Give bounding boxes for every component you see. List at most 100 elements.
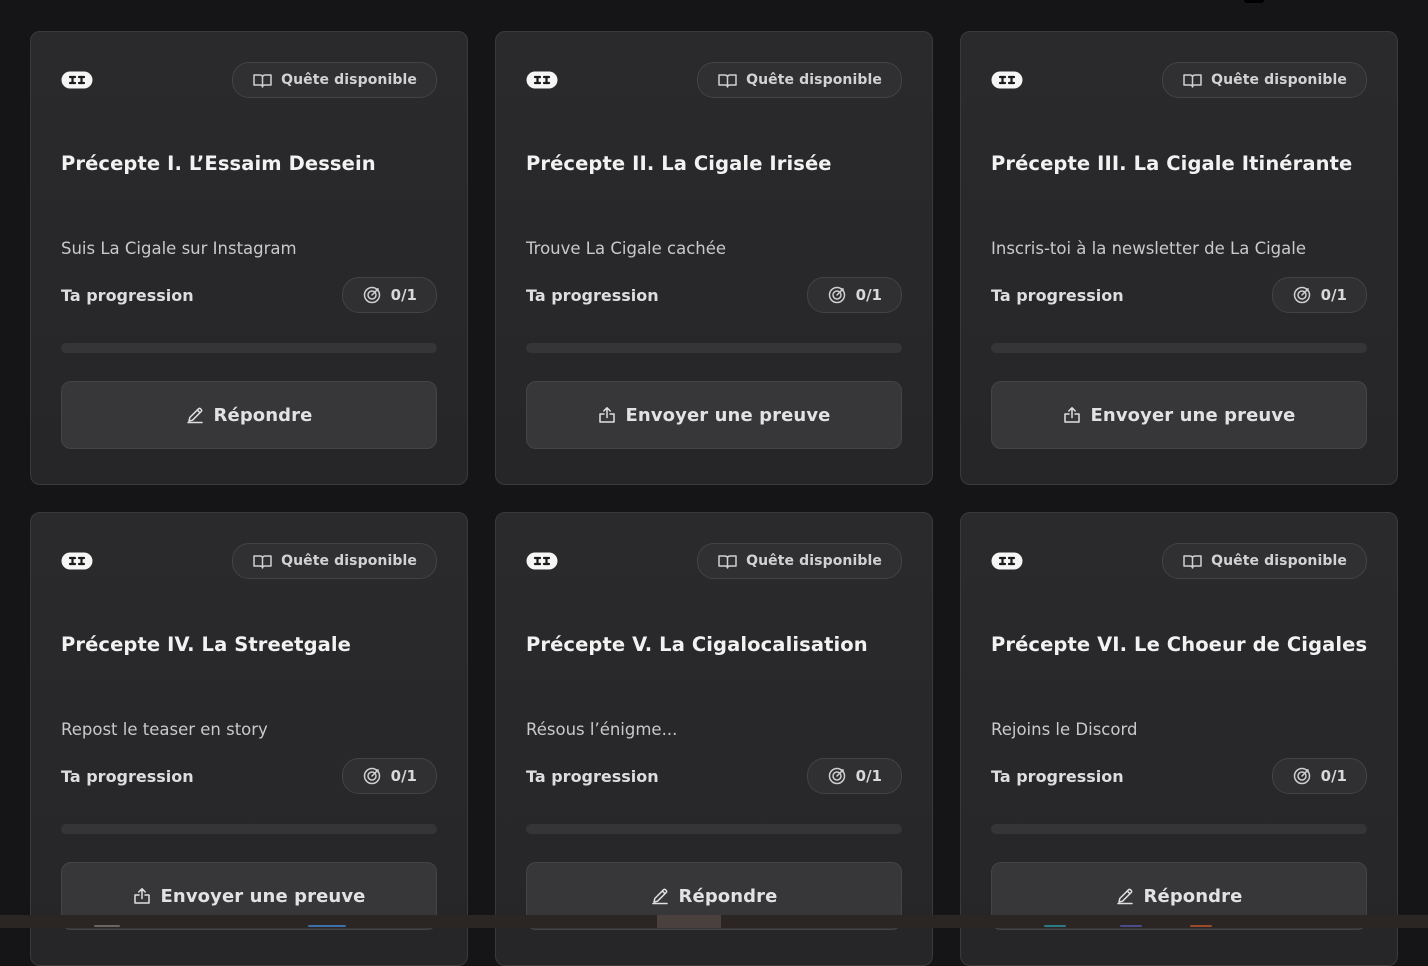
quest-card: Quête disponible Précepte III. La Cigale… [960,31,1398,485]
progress-label: Ta progression [526,285,659,305]
progress-count: 0/1 [390,767,417,785]
status-text: Quête disponible [746,553,882,569]
action-label: Répondre [1143,885,1243,907]
card-description: Trouve La Cigale cachée [526,239,727,258]
target-icon [1293,286,1311,304]
progress-count: 0/1 [855,286,882,304]
card-title: Précepte II. La Cigale Irisée [526,152,832,175]
book-open-icon [718,554,737,569]
quest-card: Quête disponible Précepte I. L’Essaim De… [30,31,468,485]
progress-count-badge: 0/1 [341,758,437,794]
card-title: Précepte V. La Cigalocalisation [526,633,868,656]
card-title: Précepte I. L’Essaim Dessein [61,152,376,175]
progress-count: 0/1 [855,767,882,785]
pencil-icon [1116,887,1134,905]
progress-row: Ta progression 0/1 [61,758,437,794]
status-text: Quête disponible [281,553,417,569]
ticket-icon [526,552,558,570]
progress-row: Ta progression 0/1 [61,277,437,313]
progress-row: Ta progression 0/1 [991,277,1367,313]
target-icon [363,767,381,785]
taskbar-item[interactable] [1120,925,1142,927]
quest-card: Quête disponible Précepte IV. La Streetg… [30,512,468,966]
taskbar-item[interactable] [94,925,120,927]
progress-bar [991,343,1367,353]
progress-row: Ta progression 0/1 [991,758,1367,794]
ticket-icon [991,552,1023,570]
status-text: Quête disponible [746,72,882,88]
progress-label: Ta progression [991,766,1124,786]
card-title: Précepte VI. Le Choeur de Cigales [991,633,1368,656]
taskbar-item[interactable] [1190,925,1212,927]
progress-bar [526,824,902,834]
card-header: Quête disponible [991,62,1367,98]
card-header: Quête disponible [991,543,1367,579]
progress-bar [61,824,437,834]
progress-bar [61,343,437,353]
status-badge: Quête disponible [1162,62,1367,98]
progress-row: Ta progression 0/1 [526,277,902,313]
book-open-icon [1183,73,1202,88]
action-label: Répondre [678,885,778,907]
upload-icon [133,887,151,905]
action-label: Envoyer une preuve [160,885,366,907]
ticket-icon [991,71,1023,89]
card-header: Quête disponible [526,62,902,98]
status-badge: Quête disponible [697,62,902,98]
status-text: Quête disponible [1211,553,1347,569]
taskbar [0,915,1428,928]
progress-label: Ta progression [61,285,194,305]
card-description: Suis La Cigale sur Instagram [61,239,297,258]
progress-count-badge: 0/1 [806,277,902,313]
progress-bar [991,824,1367,834]
progress-bar [526,343,902,353]
card-header: Quête disponible [61,62,437,98]
status-badge: Quête disponible [697,543,902,579]
progress-count-badge: 0/1 [1271,277,1367,313]
card-header: Quête disponible [61,543,437,579]
ticket-icon [61,71,93,89]
quest-card: Quête disponible Précepte V. La Cigaloca… [495,512,933,966]
progress-label: Ta progression [526,766,659,786]
taskbar-item[interactable] [308,925,346,927]
progress-count-badge: 0/1 [806,758,902,794]
card-title: Précepte III. La Cigale Itinérante [991,152,1353,175]
progress-count-badge: 0/1 [341,277,437,313]
quest-grid: Quête disponible Précepte I. L’Essaim De… [30,31,1398,966]
card-description: Rejoins le Discord [991,720,1138,739]
card-title: Précepte IV. La Streetgale [61,633,351,656]
status-text: Quête disponible [281,72,417,88]
pencil-icon [186,406,204,424]
card-description: Inscris-toi à la newsletter de La Cigale [991,239,1306,258]
taskbar-item[interactable] [1044,925,1066,927]
progress-count: 0/1 [390,286,417,304]
upload-icon [1063,406,1081,424]
status-badge: Quête disponible [1162,543,1367,579]
target-icon [828,767,846,785]
quest-card: Quête disponible Précepte VI. Le Choeur … [960,512,1398,966]
progress-count: 0/1 [1320,286,1347,304]
progress-label: Ta progression [61,766,194,786]
status-badge: Quête disponible [232,62,437,98]
status-text: Quête disponible [1211,72,1347,88]
progress-count-badge: 0/1 [1271,758,1367,794]
pencil-icon [651,887,669,905]
respond-button[interactable]: Répondre [61,381,437,449]
taskbar-active-item[interactable] [657,915,721,928]
card-description: Repost le teaser en story [61,720,268,739]
send-proof-button[interactable]: Envoyer une preuve [526,381,902,449]
status-badge: Quête disponible [232,543,437,579]
book-open-icon [253,554,272,569]
card-description: Résous l’énigme... [526,720,678,739]
quest-card: Quête disponible Précepte II. La Cigale … [495,31,933,485]
book-open-icon [718,73,737,88]
send-proof-button[interactable]: Envoyer une preuve [991,381,1367,449]
card-header: Quête disponible [526,543,902,579]
ticket-icon [526,71,558,89]
action-label: Envoyer une preuve [625,404,831,426]
ticket-icon [61,552,93,570]
target-icon [828,286,846,304]
top-edge-indicator [1244,0,1264,3]
progress-row: Ta progression 0/1 [526,758,902,794]
progress-label: Ta progression [991,285,1124,305]
